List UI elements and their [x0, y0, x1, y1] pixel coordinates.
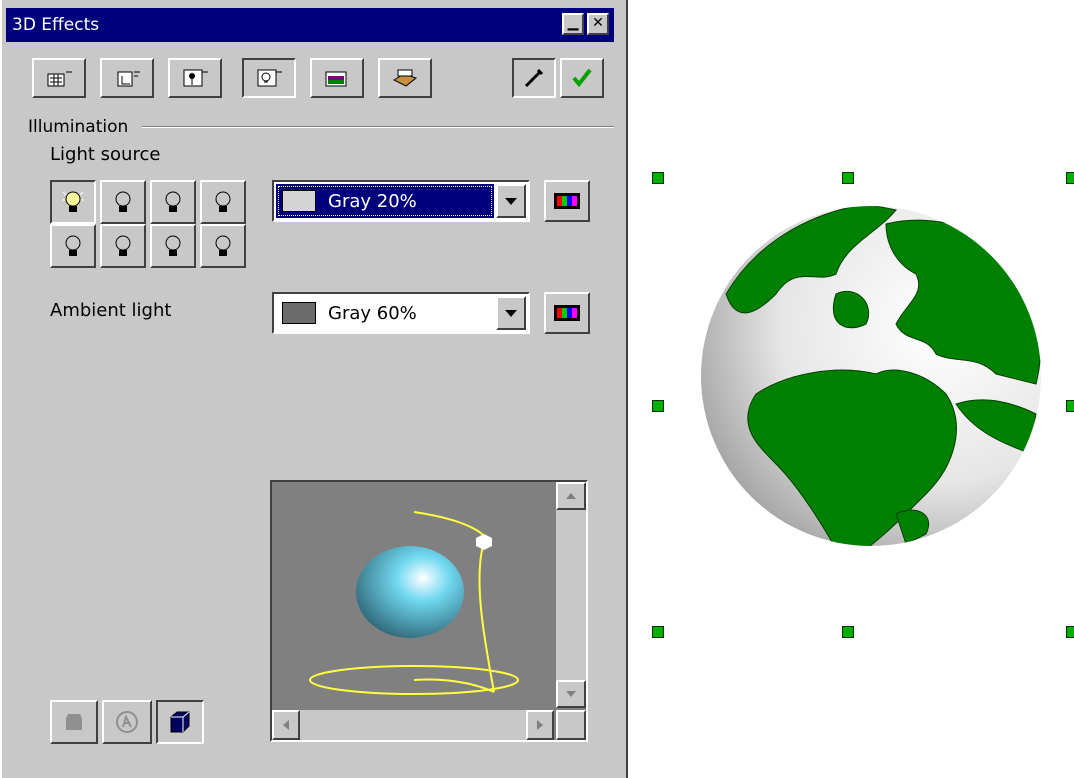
lightbulb-off-icon: [215, 191, 231, 212]
ambient-light-color-select[interactable]: Gray 60%: [272, 292, 530, 334]
light-source-selected: Gray 20%: [276, 184, 494, 218]
scroll-up-button[interactable]: [556, 482, 586, 510]
light-source-color-select[interactable]: Gray 20%: [272, 180, 530, 222]
section-divider: [142, 126, 614, 128]
chevron-right-icon: [537, 720, 543, 730]
selection-handle-middle-right[interactable]: [1066, 400, 1074, 412]
title-bar: 3D Effects ▁ ✕: [6, 8, 614, 42]
lightbulb-off-icon: [165, 191, 181, 212]
camera-icon: [183, 69, 208, 87]
light-preview-canvas[interactable]: [272, 482, 554, 708]
illumination-tab[interactable]: [242, 58, 296, 98]
assign-button[interactable]: [560, 58, 604, 98]
object-mode-button[interactable]: [102, 700, 152, 744]
cube-flat-icon: [66, 714, 82, 730]
minimize-button[interactable]: ▁: [562, 13, 584, 35]
ambient-dropdown-button[interactable]: [496, 296, 526, 330]
lightbulb-icon: [257, 69, 282, 87]
lightbulb-off-icon: [65, 235, 81, 256]
geometry-icon: [47, 71, 72, 87]
ambient-swatch: [282, 302, 316, 324]
3d-globe-object[interactable]: [696, 204, 1046, 554]
light-source-dropdown-button[interactable]: [496, 184, 526, 218]
preview-sphere: [356, 546, 464, 638]
flat-shading-button[interactable]: [50, 700, 98, 744]
selection-handle-top-left[interactable]: [652, 172, 664, 184]
vertical-scrollbar[interactable]: [556, 482, 586, 708]
scroll-down-button[interactable]: [556, 680, 586, 708]
material-icon: [392, 69, 418, 87]
checkmark-icon: [572, 68, 592, 88]
illumination-heading: Illumination: [28, 117, 129, 137]
horizontal-scrollbar[interactable]: [272, 710, 554, 740]
ambient-selected: Gray 60%: [276, 296, 494, 330]
close-icon: ✕: [592, 15, 604, 31]
chevron-down-icon: [505, 198, 517, 205]
selection-handle-bottom-center[interactable]: [842, 626, 854, 638]
selection-handle-bottom-right[interactable]: [1066, 626, 1074, 638]
lightbulb-off-icon: [215, 235, 231, 256]
light-8-button[interactable]: [200, 224, 246, 268]
selection-handle-top-right[interactable]: [1066, 172, 1074, 184]
lightbulb-on-icon: [62, 191, 84, 212]
lightbulb-off-icon: [165, 235, 181, 256]
light-4-button[interactable]: [200, 180, 246, 224]
figure-icon: [116, 711, 138, 733]
close-button[interactable]: ✕: [587, 13, 609, 35]
ambient-color-dialog-button[interactable]: [544, 292, 590, 334]
pipette-button[interactable]: [512, 58, 556, 98]
selection-handle-middle-left[interactable]: [652, 400, 664, 412]
chevron-down-icon: [566, 691, 576, 697]
selection-handle-top-center[interactable]: [842, 172, 854, 184]
drawing-canvas[interactable]: [630, 0, 1074, 778]
pipette-icon: [524, 68, 544, 88]
selection-handle-bottom-left[interactable]: [652, 626, 664, 638]
light-1-button[interactable]: [50, 180, 96, 224]
light-3-button[interactable]: [150, 180, 196, 224]
light-position-marker: [476, 534, 492, 550]
textures-icon: [325, 71, 347, 87]
chevron-down-icon: [505, 310, 517, 317]
light-source-label: Light source: [50, 144, 161, 165]
lightbulb-off-icon: [115, 191, 131, 212]
scroll-corner: [556, 710, 586, 740]
chevron-left-icon: [283, 720, 289, 730]
window-title: 3D Effects: [12, 15, 100, 35]
scroll-left-button[interactable]: [272, 710, 300, 740]
shading-icon: [117, 71, 140, 87]
geometry-tab[interactable]: [32, 58, 86, 98]
light-5-button[interactable]: [50, 224, 96, 268]
lightbulb-off-icon: [115, 235, 131, 256]
cube-icon: [170, 711, 190, 733]
color-palette-icon: [554, 193, 580, 209]
camera-tab[interactable]: [168, 58, 222, 98]
light-source-value: Gray 20%: [328, 190, 417, 212]
light-2-button[interactable]: [100, 180, 146, 224]
scroll-right-button[interactable]: [526, 710, 554, 740]
chevron-up-icon: [566, 493, 576, 499]
cube-preview-button[interactable]: [156, 700, 204, 744]
3d-effects-dialog: 3D Effects ▁ ✕ Illumination Light source: [0, 0, 628, 778]
light-source-color-dialog-button[interactable]: [544, 180, 590, 222]
textures-tab[interactable]: [310, 58, 364, 98]
minimize-icon: ▁: [567, 15, 579, 31]
light-preview-pane[interactable]: [270, 480, 588, 742]
light-7-button[interactable]: [150, 224, 196, 268]
ambient-value: Gray 60%: [328, 302, 417, 324]
light-source-swatch: [282, 190, 316, 212]
material-tab[interactable]: [378, 58, 432, 98]
ambient-light-label: Ambient light: [50, 300, 172, 321]
light-6-button[interactable]: [100, 224, 146, 268]
shading-tab[interactable]: [100, 58, 154, 98]
color-palette-icon: [554, 305, 580, 321]
